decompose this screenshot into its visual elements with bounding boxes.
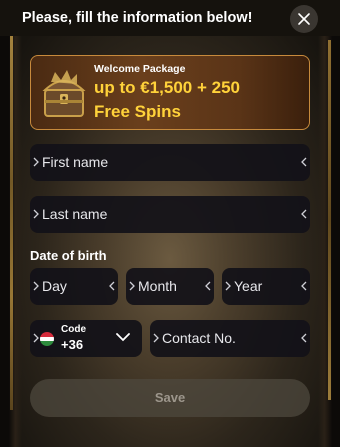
code-value: +36 [61, 337, 84, 352]
chevron-left-icon [109, 281, 115, 291]
chevron-left-icon [301, 209, 307, 219]
chevron-right-icon [33, 157, 39, 167]
modal-title: Please, fill the information below! [22, 10, 253, 26]
chevron-right-icon [33, 333, 39, 343]
year-field[interactable]: Year [222, 268, 310, 305]
decorative-border-left [0, 0, 22, 447]
treasure-chest-icon [42, 70, 86, 117]
chevron-left-icon [205, 281, 211, 291]
chevron-left-icon [301, 281, 307, 291]
save-button[interactable]: Save [30, 379, 310, 417]
chevron-down-icon [116, 333, 130, 342]
promo-amount: up to €1,500 + 250 [94, 78, 240, 97]
contact-number-field[interactable]: Contact No. [150, 320, 310, 357]
close-button[interactable] [290, 5, 318, 33]
promo-subtitle: Welcome Package [94, 63, 186, 75]
day-placeholder: Day [42, 278, 67, 294]
last-name-field[interactable]: Last name [30, 196, 310, 233]
chevron-right-icon [225, 281, 231, 291]
chevron-right-icon [153, 333, 159, 343]
country-code-select[interactable]: Code +36 [30, 320, 142, 357]
year-placeholder: Year [234, 278, 263, 294]
modal-header: Please, fill the information below! [0, 0, 340, 36]
date-of-birth-label: Date of birth [30, 248, 107, 263]
close-icon [298, 13, 310, 25]
contact-number-placeholder: Contact No. [162, 330, 236, 346]
code-label: Code [61, 324, 86, 335]
promo-free-spins: Free Spins [94, 102, 181, 121]
chevron-right-icon [129, 281, 135, 291]
save-button-label: Save [154, 390, 186, 405]
decorative-border-right [318, 0, 340, 447]
welcome-package-banner: Welcome Package up to €1,500 + 250 Free … [30, 55, 310, 130]
chevron-right-icon [33, 209, 39, 219]
chevron-left-icon [301, 157, 307, 167]
month-field[interactable]: Month [126, 268, 214, 305]
day-field[interactable]: Day [30, 268, 118, 305]
last-name-placeholder: Last name [42, 206, 108, 222]
first-name-field[interactable]: First name [30, 144, 310, 181]
hungary-flag-icon [40, 332, 54, 346]
registration-modal: Please, fill the information below! Welc… [0, 0, 340, 447]
month-placeholder: Month [138, 278, 177, 294]
first-name-placeholder: First name [42, 154, 109, 170]
chevron-left-icon [301, 333, 307, 343]
chevron-right-icon [33, 281, 39, 291]
